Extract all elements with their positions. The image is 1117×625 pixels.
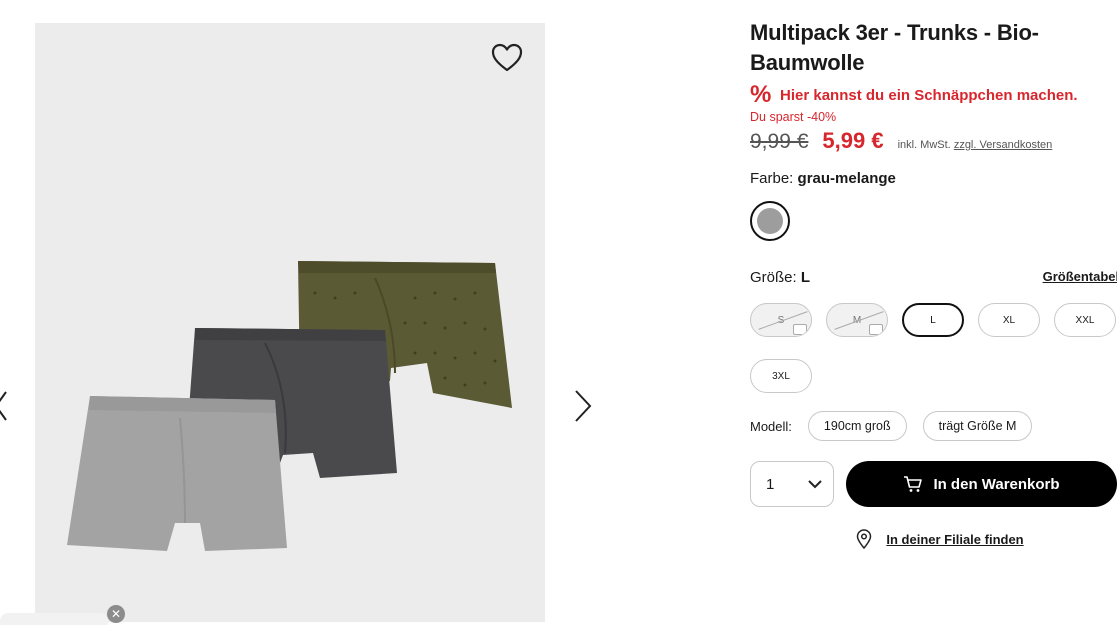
grey-trunk [67,396,287,551]
model-label: Modell: [750,418,792,434]
model-height: 190cm groß [807,411,907,441]
product-title: Multipack 3er - Trunks - Bio-Baumwolle [750,20,1039,75]
product-info: Multipack 3er - Trunks - Bio-Baumwolle %… [750,18,1117,549]
size-label: Größe: [750,269,797,286]
size-option-m[interactable]: M [826,303,888,337]
product-gallery [35,23,545,622]
color-value: grau-melange [797,170,896,187]
mail-icon [869,324,883,335]
swatch-fill [757,208,783,234]
tax-text: inkl. MwSt. [897,139,951,151]
location-pin-icon [857,529,872,549]
size-option-label: XXL [1075,314,1095,326]
size-options: S M L XL XXL 3XL [750,303,1117,415]
add-to-cart-button[interactable]: In den Warenkorb [846,461,1117,507]
heart-outline-icon[interactable] [491,43,523,73]
quantity-select[interactable]: 1 [750,461,834,507]
size-selection: Größe: L [750,269,810,286]
price-row: 9,99 € 5,99 € inkl. MwSt. zzgl. Versandk… [750,128,1117,154]
new-price: 5,99 € [822,128,884,153]
find-store-link[interactable]: In deiner Filiale finden [886,532,1023,547]
size-option-label: M [852,314,862,326]
product-image [67,261,512,551]
chevron-down-icon [808,480,822,489]
size-option-label: L [930,314,936,326]
cart-row: 1 In den Warenkorb [750,461,1117,507]
size-option-label: XL [1002,314,1016,326]
cart-icon [904,476,923,492]
size-option-s[interactable]: S [750,303,812,337]
find-store: In deiner Filiale finden [750,529,1117,549]
floating-chip [0,613,108,625]
model-info: Modell: 190cm groß trägt Größe M [750,411,1117,441]
savings-text: Du sparst -40% [750,110,837,124]
deal-text: Hier kannst du ein Schnäppchen machen. [780,86,1078,104]
chevron-left-icon[interactable] [0,390,12,422]
size-option-xl[interactable]: XL [978,303,1040,337]
old-price: 9,99 € [750,130,809,153]
percent-icon: % [750,81,772,108]
close-icon[interactable]: ✕ [107,605,125,623]
size-header: Größe: L Größentabelle [750,269,1117,286]
size-option-label: S [777,314,785,326]
color-label: Farbe: [750,170,794,187]
size-option-l[interactable]: L [902,303,964,337]
size-table-link[interactable]: Größentabelle [1043,269,1117,286]
model-size: trägt Größe M [922,411,1033,441]
color-swatch-grey[interactable] [750,201,790,241]
chevron-right-icon[interactable] [572,389,596,423]
size-option-3xl[interactable]: 3XL [750,359,812,393]
size-option-xxl[interactable]: XXL [1054,303,1116,337]
add-to-cart-label: In den Warenkorb [933,475,1060,493]
mail-icon [793,324,807,335]
size-value: L [800,269,811,286]
deal-banner: % Hier kannst du ein Schnäppchen machen. [750,81,1117,108]
quantity-value: 1 [766,475,775,493]
shipping-link[interactable]: zzgl. Versandkosten [954,139,1052,151]
color-row: Farbe: grau-melange [750,170,1117,187]
size-option-label: 3XL [772,370,790,382]
tax-info: inkl. MwSt. zzgl. Versandkosten [898,139,1053,151]
